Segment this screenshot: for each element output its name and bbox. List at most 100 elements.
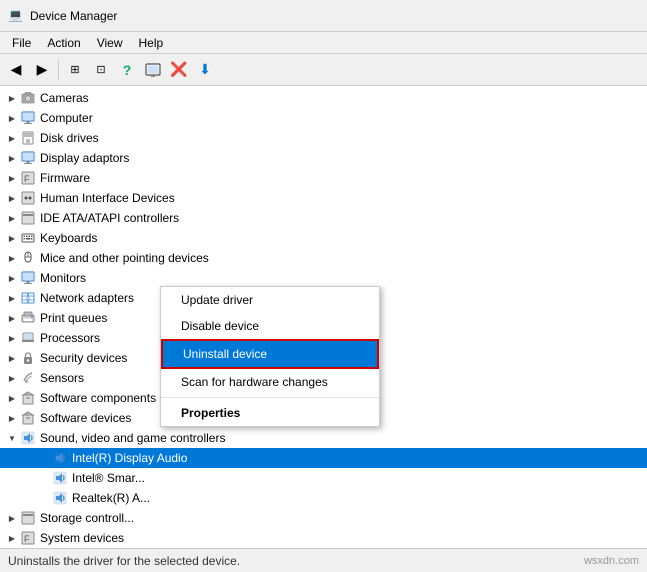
expand-arrow-monitors[interactable] (4, 270, 20, 286)
item-icon-display (20, 150, 36, 166)
expand-arrow-sensors[interactable] (4, 370, 20, 386)
tree-item-ide[interactable]: IDE ATA/ATAPI controllers (0, 208, 647, 228)
toolbar-update[interactable]: ⊡ (89, 58, 113, 82)
tree-item-storage[interactable]: Storage controll... (0, 508, 647, 528)
item-icon-hid (20, 190, 36, 206)
tree-item-realtek[interactable]: Realtek(R) A... (0, 488, 647, 508)
menu-bar: File Action View Help (0, 32, 647, 54)
expand-arrow-security[interactable] (4, 350, 20, 366)
menu-file[interactable]: File (4, 34, 39, 52)
item-icon-monitors (20, 270, 36, 286)
toolbar-uninstall[interactable]: ❌ (167, 58, 191, 82)
item-icon-cameras (20, 90, 36, 106)
tree-item-display[interactable]: Display adaptors (0, 148, 647, 168)
item-icon-storage (20, 510, 36, 526)
item-label-disk: Disk drives (40, 131, 99, 145)
main-content: Cameras Computer Disk drives Display adapto… (0, 86, 647, 548)
tree-item-keyboards[interactable]: Keyboards (0, 228, 647, 248)
item-icon-systemdevices: F (20, 530, 36, 546)
expand-arrow-realtek[interactable] (36, 490, 52, 506)
toolbar-scan[interactable] (141, 58, 165, 82)
item-label-hid: Human Interface Devices (40, 191, 175, 205)
item-label-ide: IDE ATA/ATAPI controllers (40, 211, 179, 225)
context-menu-sep2 (161, 397, 379, 398)
context-menu-item-update-driver[interactable]: Update driver (161, 287, 379, 313)
context-menu: Update driverDisable deviceUninstall dev… (160, 286, 380, 427)
item-icon-keyboards (20, 230, 36, 246)
expand-arrow-disk[interactable] (4, 130, 20, 146)
item-label-sound: Sound, video and game controllers (40, 431, 225, 445)
toolbar-forward[interactable]: ▶ (30, 58, 54, 82)
menu-help[interactable]: Help (131, 34, 172, 52)
item-label-intel-smart: Intel® Smar... (72, 471, 145, 485)
item-label-mice: Mice and other pointing devices (40, 251, 209, 265)
item-label-storage: Storage controll... (40, 511, 134, 525)
item-label-systemdevices: System devices (40, 531, 124, 545)
menu-view[interactable]: View (89, 34, 131, 52)
expand-arrow-ide[interactable] (4, 210, 20, 226)
tree-item-disk[interactable]: Disk drives (0, 128, 647, 148)
item-icon-realtek (52, 490, 68, 506)
item-label-network: Network adapters (40, 291, 134, 305)
item-label-security: Security devices (40, 351, 127, 365)
item-label-computer: Computer (40, 111, 93, 125)
tree-item-monitors[interactable]: Monitors (0, 268, 647, 288)
svg-text:F: F (24, 534, 30, 544)
item-icon-sound (20, 430, 36, 446)
expand-arrow-firmware[interactable] (4, 170, 20, 186)
item-label-display: Display adaptors (40, 151, 129, 165)
context-menu-item-disable-device[interactable]: Disable device (161, 313, 379, 339)
expand-arrow-cameras[interactable] (4, 90, 20, 106)
item-icon-ide (20, 210, 36, 226)
expand-arrow-softwaredevices[interactable] (4, 410, 20, 426)
context-menu-item-scan-changes[interactable]: Scan for hardware changes (161, 369, 379, 395)
app-icon: 💻 (8, 8, 24, 24)
tree-item-intel-display[interactable]: Intel(R) Display Audio (0, 448, 647, 468)
item-icon-sensors (20, 370, 36, 386)
menu-action[interactable]: Action (39, 34, 88, 52)
context-menu-item-properties[interactable]: Properties (161, 400, 379, 426)
tree-item-cameras[interactable]: Cameras (0, 88, 647, 108)
item-icon-network (20, 290, 36, 306)
item-icon-softwarecomponents (20, 390, 36, 406)
expand-arrow-storage[interactable] (4, 510, 20, 526)
item-icon-computer (20, 110, 36, 126)
toolbar-help[interactable]: ? (115, 58, 139, 82)
expand-arrow-computer[interactable] (4, 110, 20, 126)
item-label-processors: Processors (40, 331, 100, 345)
expand-arrow-intel-smart[interactable] (36, 470, 52, 486)
expand-arrow-sound[interactable] (4, 430, 20, 446)
title-bar: 💻 Device Manager (0, 0, 647, 32)
expand-arrow-softwarecomponents[interactable] (4, 390, 20, 406)
tree-item-firmware[interactable]: F Firmware (0, 168, 647, 188)
expand-arrow-keyboards[interactable] (4, 230, 20, 246)
tree-item-sound[interactable]: Sound, video and game controllers (0, 428, 647, 448)
tree-item-hid[interactable]: Human Interface Devices (0, 188, 647, 208)
tree-item-systemdevices[interactable]: F System devices (0, 528, 647, 548)
context-menu-item-uninstall-device[interactable]: Uninstall device (161, 339, 379, 369)
expand-arrow-intel-display[interactable] (36, 450, 52, 466)
item-label-cameras: Cameras (40, 91, 89, 105)
toolbar-download[interactable]: ⬇ (193, 58, 217, 82)
item-label-realtek: Realtek(R) A... (72, 491, 150, 505)
item-icon-firmware: F (20, 170, 36, 186)
expand-arrow-network[interactable] (4, 290, 20, 306)
tree-item-computer[interactable]: Computer (0, 108, 647, 128)
item-label-softwaredevices: Software devices (40, 411, 131, 425)
item-label-monitors: Monitors (40, 271, 86, 285)
item-label-intel-display: Intel(R) Display Audio (72, 451, 187, 465)
expand-arrow-hid[interactable] (4, 190, 20, 206)
item-label-firmware: Firmware (40, 171, 90, 185)
expand-arrow-print[interactable] (4, 310, 20, 326)
expand-arrow-processors[interactable] (4, 330, 20, 346)
expand-arrow-display[interactable] (4, 150, 20, 166)
toolbar: ◀ ▶ ⊞ ⊡ ? ❌ ⬇ (0, 54, 647, 86)
item-icon-intel-smart (52, 470, 68, 486)
expand-arrow-systemdevices[interactable] (4, 530, 20, 546)
toolbar-props[interactable]: ⊞ (63, 58, 87, 82)
toolbar-back[interactable]: ◀ (4, 58, 28, 82)
tree-item-intel-smart[interactable]: Intel® Smar... (0, 468, 647, 488)
expand-arrow-mice[interactable] (4, 250, 20, 266)
item-icon-intel-display (52, 450, 68, 466)
tree-item-mice[interactable]: Mice and other pointing devices (0, 248, 647, 268)
